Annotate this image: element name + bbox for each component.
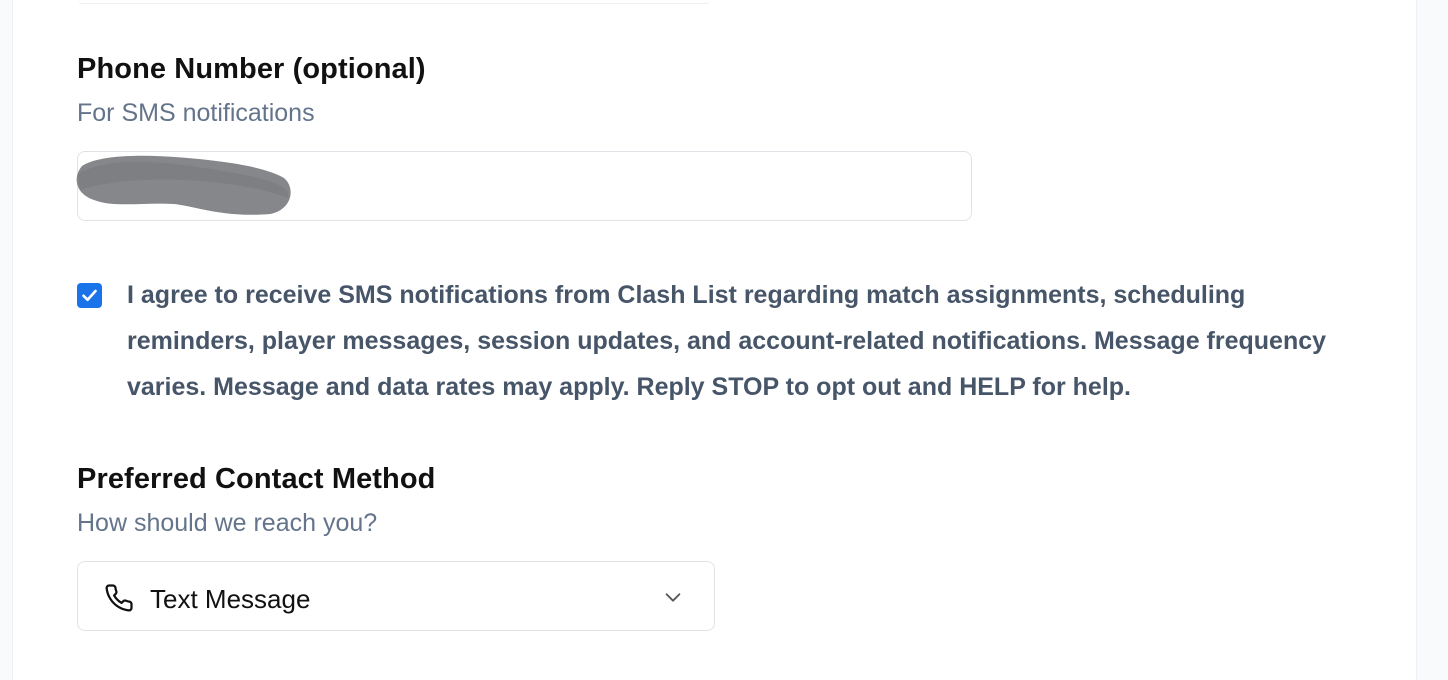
phone-label: Phone Number (optional) xyxy=(77,53,426,85)
previous-input-edge xyxy=(78,0,710,4)
contact-method-selected-value: Text Message xyxy=(150,584,311,614)
phone-icon xyxy=(105,584,133,612)
chevron-down-icon xyxy=(665,593,681,602)
sms-consent-checkbox[interactable] xyxy=(77,283,102,308)
redaction-scribble xyxy=(76,155,291,215)
phone-helper-text: For SMS notifications xyxy=(77,99,315,127)
sms-consent-text: I agree to receive SMS notifications fro… xyxy=(127,281,1327,401)
contact-method-label: Preferred Contact Method xyxy=(77,463,436,495)
checkmark-icon xyxy=(82,289,97,302)
contact-method-helper-text: How should we reach you? xyxy=(77,509,378,537)
contact-method-select[interactable]: Text Message xyxy=(77,561,715,631)
